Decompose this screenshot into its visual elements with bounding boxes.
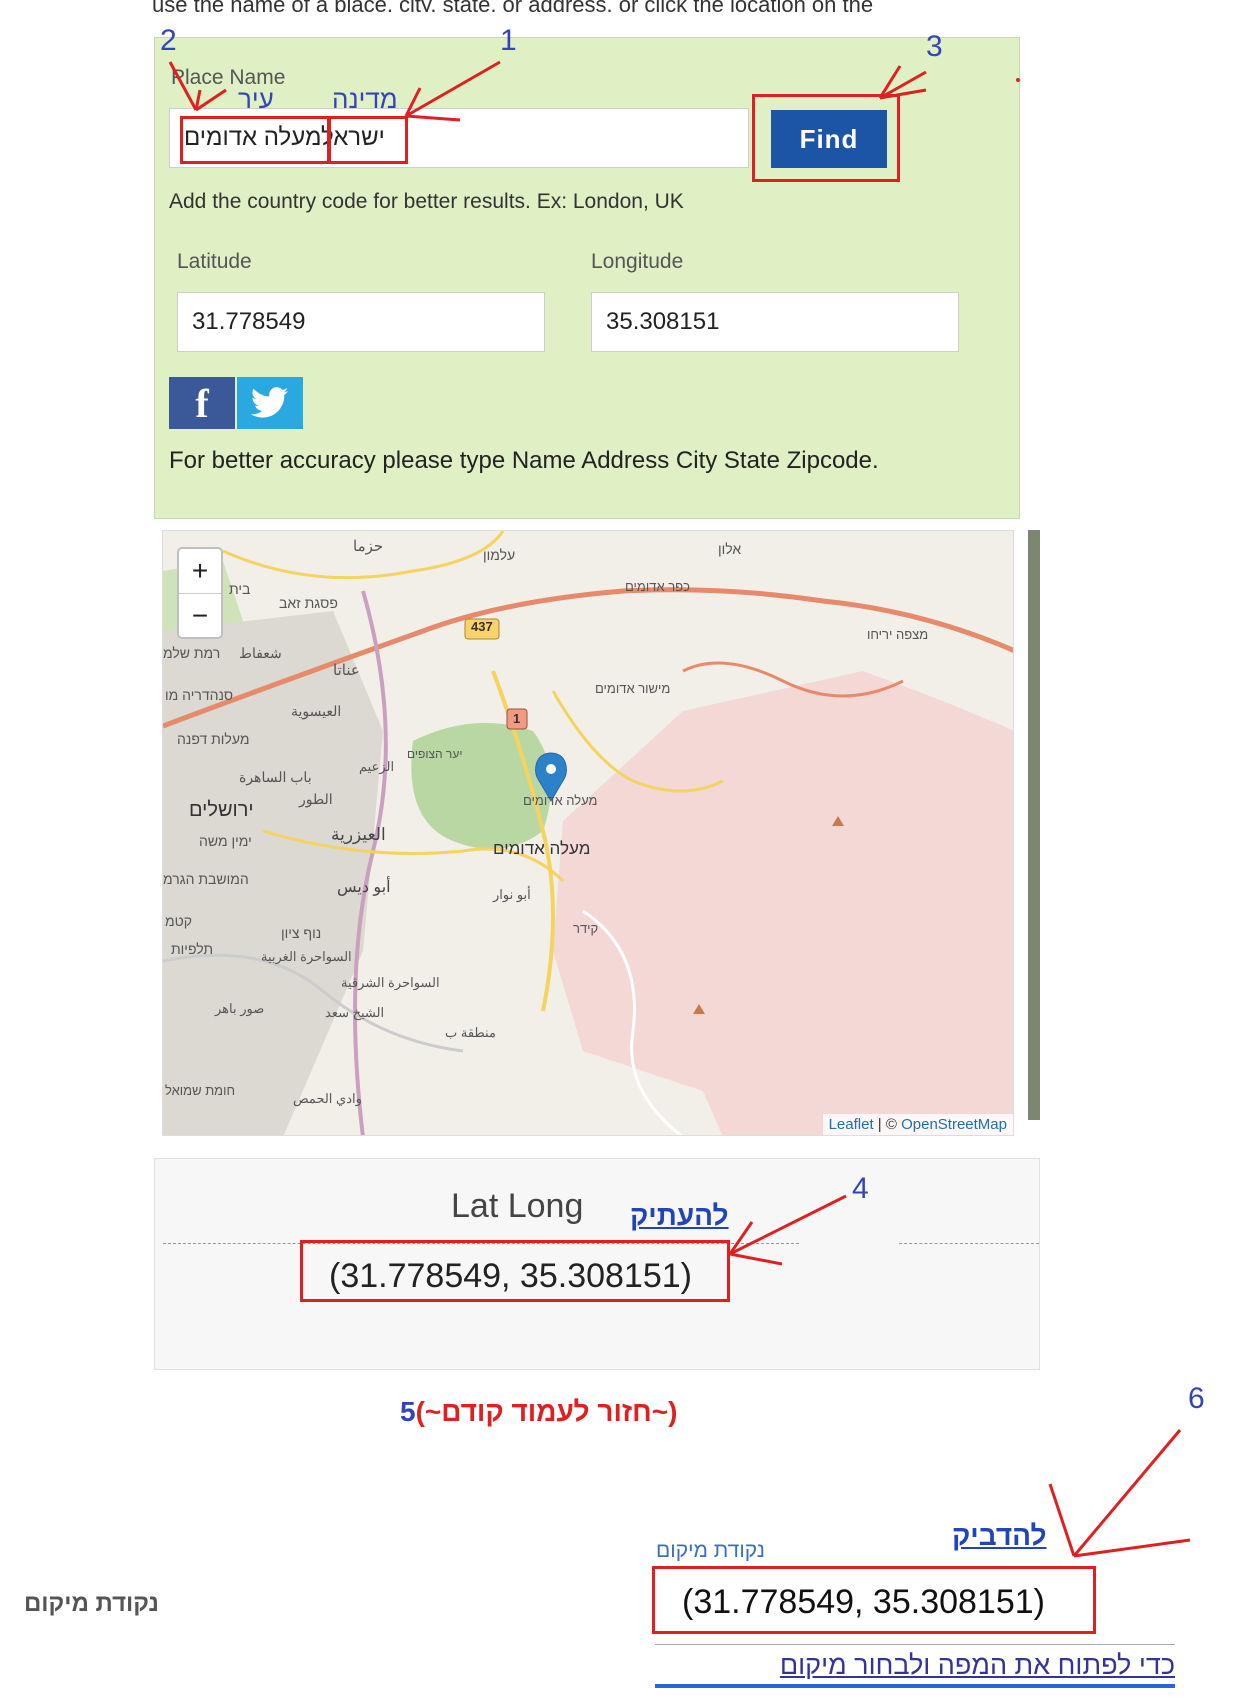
- annotation-number: 6: [1188, 1382, 1205, 1415]
- zoom-in-button[interactable]: +: [179, 549, 221, 594]
- leaflet-link[interactable]: Leaflet: [829, 1116, 874, 1133]
- map-label: קטמ: [165, 913, 193, 929]
- road-1-shield: 1: [513, 711, 521, 726]
- map-label: מעלה אדומים: [523, 793, 598, 808]
- latitude-label: Latitude: [177, 250, 252, 273]
- map-label: الشيخ سعد: [325, 1005, 385, 1020]
- satellite-map-edge: [1028, 530, 1040, 1120]
- map-label: המושבת הגרמ: [163, 871, 249, 887]
- annotation-back: (~חזור לעמוד קודם~)5: [400, 1396, 678, 1427]
- map-label: صور باهر: [215, 1001, 265, 1016]
- twitter-icon: [251, 387, 289, 418]
- facebook-icon: f: [195, 380, 209, 426]
- annotation-box-paste: [652, 1566, 1096, 1634]
- annotation-number: 2: [160, 24, 177, 57]
- map-label: أبو نوار: [493, 887, 531, 902]
- map-label: מעלה אדומים: [493, 839, 591, 858]
- annotation-copy: להעתיק: [630, 1200, 729, 1231]
- map-label: السواحرة الغربية: [261, 949, 352, 964]
- map-label: נוף ציון: [281, 925, 322, 941]
- map-label: ירושלים: [189, 799, 254, 821]
- country-code-hint: Add the country code for better results.…: [169, 190, 684, 213]
- field-divider: [655, 1644, 1175, 1645]
- map-label: אלון: [718, 541, 742, 557]
- longitude-label: Longitude: [591, 250, 684, 273]
- map-label: باب الساهرة: [239, 769, 312, 785]
- divider: [899, 1243, 1039, 1244]
- annotation-number: 3: [926, 30, 943, 63]
- latitude-input[interactable]: 31.778549: [177, 292, 545, 352]
- map-label: الطور: [299, 791, 333, 807]
- location-point-label: נקודת מיקום: [24, 1590, 159, 1617]
- map-label: יער הצופים: [407, 747, 463, 761]
- openstreetmap-link[interactable]: OpenStreetMap: [901, 1116, 1007, 1133]
- map-label: מעלות דפנה: [177, 731, 250, 747]
- zoom-control: + −: [177, 547, 223, 639]
- link-underline-bar: [655, 1684, 1175, 1688]
- map-label: פסגת זאב: [279, 595, 338, 611]
- map-label: כפר אדומים: [625, 579, 690, 594]
- map-label: حزما: [353, 538, 384, 555]
- map-label: ימין משה: [199, 833, 252, 849]
- map-label: מישור אדומים: [595, 681, 671, 696]
- longitude-input[interactable]: 35.308151: [591, 292, 959, 352]
- map-tiles: [163, 531, 1013, 1135]
- map-label: منطقة ب: [445, 1025, 496, 1040]
- map-label: الزعيم: [359, 759, 395, 774]
- facebook-share-button[interactable]: f: [169, 377, 235, 429]
- map-label: עלמון: [483, 547, 516, 563]
- twitter-share-button[interactable]: [237, 377, 303, 429]
- map-label: أبو ديس: [337, 879, 391, 896]
- accuracy-hint: For better accuracy please type Name Add…: [169, 447, 879, 474]
- map-label: חומת שמואל: [165, 1083, 236, 1098]
- annotation-box-copy: [300, 1240, 730, 1302]
- map-attribution: Leaflet | © OpenStreetMap: [822, 1114, 1013, 1135]
- road-437-shield: 437: [471, 619, 493, 634]
- annotation-label-country: מדינה: [332, 84, 398, 114]
- map-label: شعفاط: [239, 645, 282, 661]
- annotation-paste: להדביק: [952, 1520, 1047, 1551]
- map-label: وادي الحمص: [293, 1091, 362, 1106]
- map-label: בית: [229, 581, 251, 597]
- map-label: תלפיות: [171, 941, 214, 957]
- map-label: מצפה יריחו: [867, 627, 929, 642]
- annotation-number: 4: [852, 1172, 869, 1205]
- latlong-title: Lat Long: [451, 1187, 584, 1225]
- map-label: רמת שלמ: [163, 645, 221, 661]
- location-point-small-label: נקודת מיקום: [656, 1539, 765, 1562]
- annotation-box-country: [328, 116, 408, 164]
- map-label: العيسوية: [291, 703, 342, 719]
- annotation-box-city: [180, 116, 330, 164]
- zoom-out-button[interactable]: −: [179, 594, 221, 638]
- map-label: קידר: [573, 921, 599, 936]
- map-label: السواحرة الشرقية: [341, 975, 440, 990]
- map[interactable]: 437 1 حزما עלמון אלון בית פסגת זאב כפר א…: [162, 530, 1014, 1136]
- map-label: العيزرية: [331, 825, 386, 844]
- map-label: סנהדריה מו: [165, 687, 234, 703]
- annotation-number: 1: [500, 24, 517, 57]
- open-map-link[interactable]: כדי לפתוח את המפה ולבחור מיקום: [655, 1650, 1175, 1681]
- annotation-box-find: [752, 94, 900, 182]
- map-label: عناتا: [333, 662, 360, 679]
- intro-text: use the name of a place, city, state, or…: [152, 0, 1032, 12]
- annotation-label-city: עיר: [238, 84, 274, 114]
